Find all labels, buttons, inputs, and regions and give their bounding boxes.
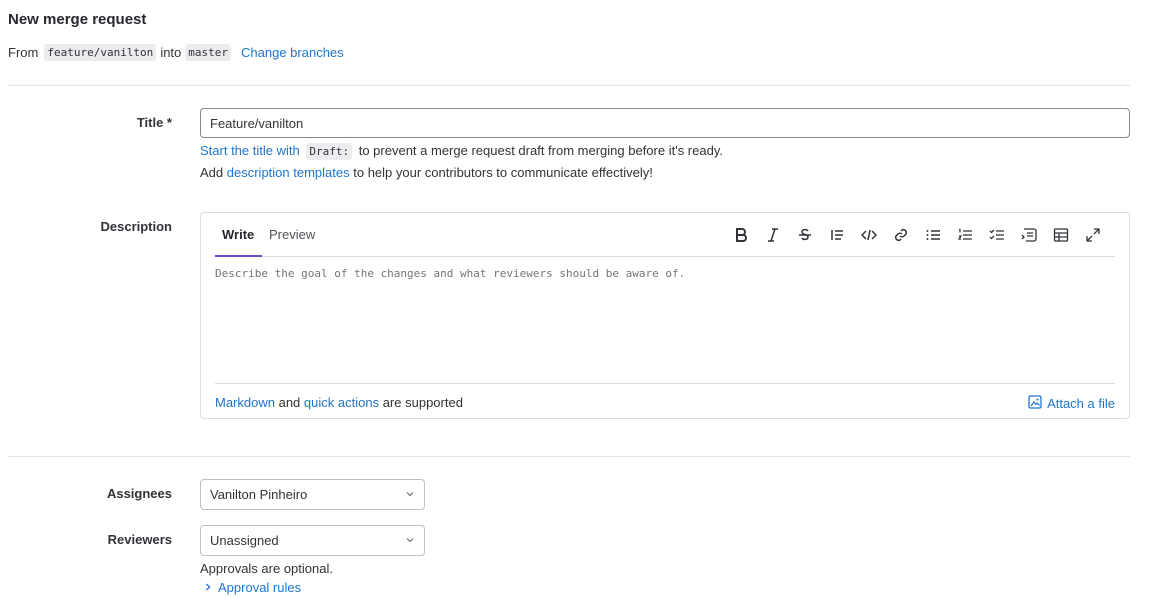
bullet-list-icon[interactable] (917, 225, 949, 245)
code-icon[interactable] (853, 225, 885, 245)
templates-suffix: to help your contributors to communicate… (353, 165, 653, 180)
draft-code-link[interactable]: Draft: (306, 143, 353, 160)
attach-file-label: Attach a file (1047, 396, 1115, 411)
description-label: Description (100, 219, 172, 234)
task-list-icon[interactable] (981, 225, 1013, 245)
description-textarea[interactable] (215, 267, 1115, 377)
assignees-label: Assignees (106, 486, 172, 501)
strikethrough-icon[interactable] (789, 225, 821, 245)
markdown-link[interactable]: Markdown (215, 395, 275, 410)
reviewers-value: Unassigned (210, 533, 279, 548)
draft-help-link[interactable]: Start the title with (200, 143, 300, 158)
link-icon[interactable] (885, 225, 917, 245)
branch-line: From feature/vanilton into master Change… (8, 44, 344, 61)
tab-write[interactable]: Write (215, 227, 262, 257)
chevron-down-icon (405, 487, 415, 502)
reviewers-dropdown[interactable]: Unassigned (200, 525, 425, 556)
from-label: From (8, 45, 39, 60)
target-branch: master (185, 44, 232, 61)
templates-prefix: Add (200, 165, 224, 180)
markdown-support-text: Markdown and quick actions are supported (215, 395, 463, 410)
chevron-down-icon (405, 533, 415, 548)
approval-rules-toggle[interactable]: Approval rules (203, 580, 301, 595)
into-label: into (160, 45, 182, 60)
bold-icon[interactable] (725, 225, 757, 245)
page-title: New merge request (8, 11, 147, 28)
collapsible-section-icon[interactable] (1013, 225, 1045, 245)
reviewers-label: Reviewers (107, 532, 172, 547)
approvals-note: Approvals are optional. (200, 561, 333, 576)
editor-footer: Markdown and quick actions are supported… (215, 383, 1115, 419)
image-icon (1028, 395, 1047, 412)
quote-icon[interactable] (821, 225, 853, 245)
italic-icon[interactable] (757, 225, 789, 245)
approval-rules-label: Approval rules (218, 580, 302, 595)
editor-tabs: Write Preview (215, 213, 1115, 257)
assignees-dropdown[interactable]: Vanilton Pinheiro (200, 479, 425, 510)
editor-toolbar (725, 225, 1109, 245)
divider-middle (8, 456, 1130, 457)
assignees-value: Vanilton Pinheiro (210, 487, 308, 502)
footer-and: and (278, 395, 301, 410)
source-branch: feature/vanilton (44, 44, 157, 61)
footer-supported: are supported (382, 395, 463, 410)
attach-file-button[interactable]: Attach a file (1028, 395, 1115, 412)
description-templates-link[interactable]: description templates (227, 165, 350, 180)
markdown-editor: Write Preview Markdown and quick actions… (200, 212, 1130, 419)
divider-top (8, 85, 1130, 86)
table-icon[interactable] (1045, 225, 1077, 245)
numbered-list-icon[interactable] (949, 225, 981, 245)
change-branches-link[interactable]: Change branches (241, 45, 344, 60)
quick-actions-link[interactable]: quick actions (304, 395, 379, 410)
templates-help-text: Add description templates to help your c… (200, 165, 653, 180)
title-input[interactable] (200, 108, 1130, 138)
tab-preview[interactable]: Preview (269, 227, 315, 257)
draft-help-text: Start the title with Draft: to prevent a… (200, 143, 723, 160)
fullscreen-icon[interactable] (1077, 225, 1109, 245)
draft-help-suffix: to prevent a merge request draft from me… (358, 143, 723, 158)
title-label: Title * (136, 115, 172, 130)
chevron-right-icon (203, 580, 218, 595)
